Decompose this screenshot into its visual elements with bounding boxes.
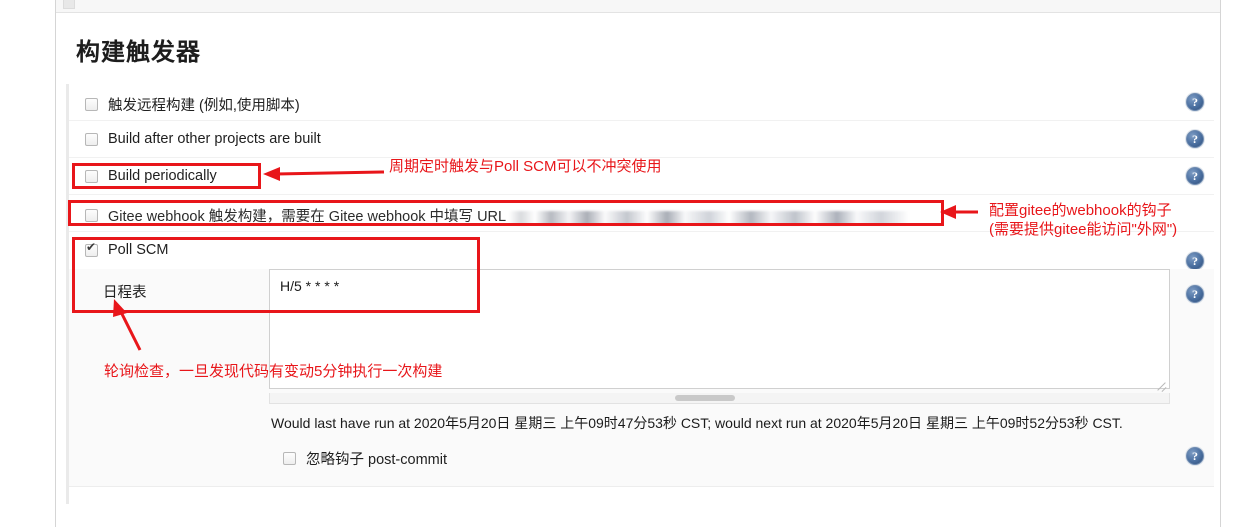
build-after-other-projects-checkbox-row[interactable]: Build after other projects are built — [85, 131, 321, 147]
help-icon[interactable]: ? — [1186, 167, 1204, 185]
next-run-status: Would last have run at 2020年5月20日 星期三 上午… — [271, 415, 1123, 431]
ignore-post-commit-checkbox-row[interactable]: 忽略钩子 post-commit — [283, 448, 1214, 469]
trigger-row: Build after other projects are built ? — [69, 121, 1214, 158]
annotation-text-webhook-line2: (需要提供gitee能访问"外网") — [989, 221, 1178, 238]
build-after-other-projects-label: Build after other projects are built — [108, 131, 321, 147]
trigger-remote-build-label: 触发远程构建 (例如,使用脚本) — [108, 98, 300, 114]
annotation-box-build-periodically — [72, 163, 261, 189]
schedule-status-row: Would last have run at 2020年5月20日 星期三 上午… — [69, 404, 1214, 440]
help-icon[interactable]: ? — [1186, 93, 1204, 111]
help-icon[interactable]: ? — [1186, 447, 1204, 465]
ignore-post-commit-label: 忽略钩子 post-commit — [306, 452, 447, 468]
help-icon[interactable]: ? — [1186, 130, 1204, 148]
ignore-post-commit-row: 忽略钩子 post-commit ? — [269, 440, 1214, 486]
annotation-text-webhook-line1: 配置gitee的webhook的钩子 — [989, 202, 1172, 219]
top-strip-tab — [63, 0, 75, 9]
annotation-text-periodically: 周期定时触发与Poll SCM可以不冲突使用 — [389, 158, 662, 175]
screenshot-root: 构建触发器 触发远程构建 (例如,使用脚本) ? Build after oth… — [0, 0, 1252, 527]
trigger-row: 触发远程构建 (例如,使用脚本) ? — [69, 84, 1214, 121]
page-title: 构建触发器 — [76, 39, 201, 66]
scrollbar-thumb[interactable] — [674, 395, 735, 401]
annotation-box-poll-scm — [72, 237, 480, 313]
help-icon[interactable]: ? — [1186, 252, 1204, 270]
build-after-other-projects-checkbox[interactable] — [85, 132, 98, 146]
trigger-remote-build-checkbox-row[interactable]: 触发远程构建 (例如,使用脚本) — [85, 94, 300, 115]
annotation-box-gitee-webhook — [68, 200, 944, 226]
trigger-remote-build-checkbox[interactable] — [85, 98, 98, 111]
top-strip — [56, 0, 1220, 13]
horizontal-scrollbar[interactable] — [269, 393, 1170, 404]
help-icon[interactable]: ? — [1186, 285, 1204, 303]
ignore-post-commit-checkbox[interactable] — [283, 452, 296, 465]
annotation-text-poll: 轮询检查，一旦发现代码有变动5分钟执行一次构建 — [104, 363, 443, 380]
